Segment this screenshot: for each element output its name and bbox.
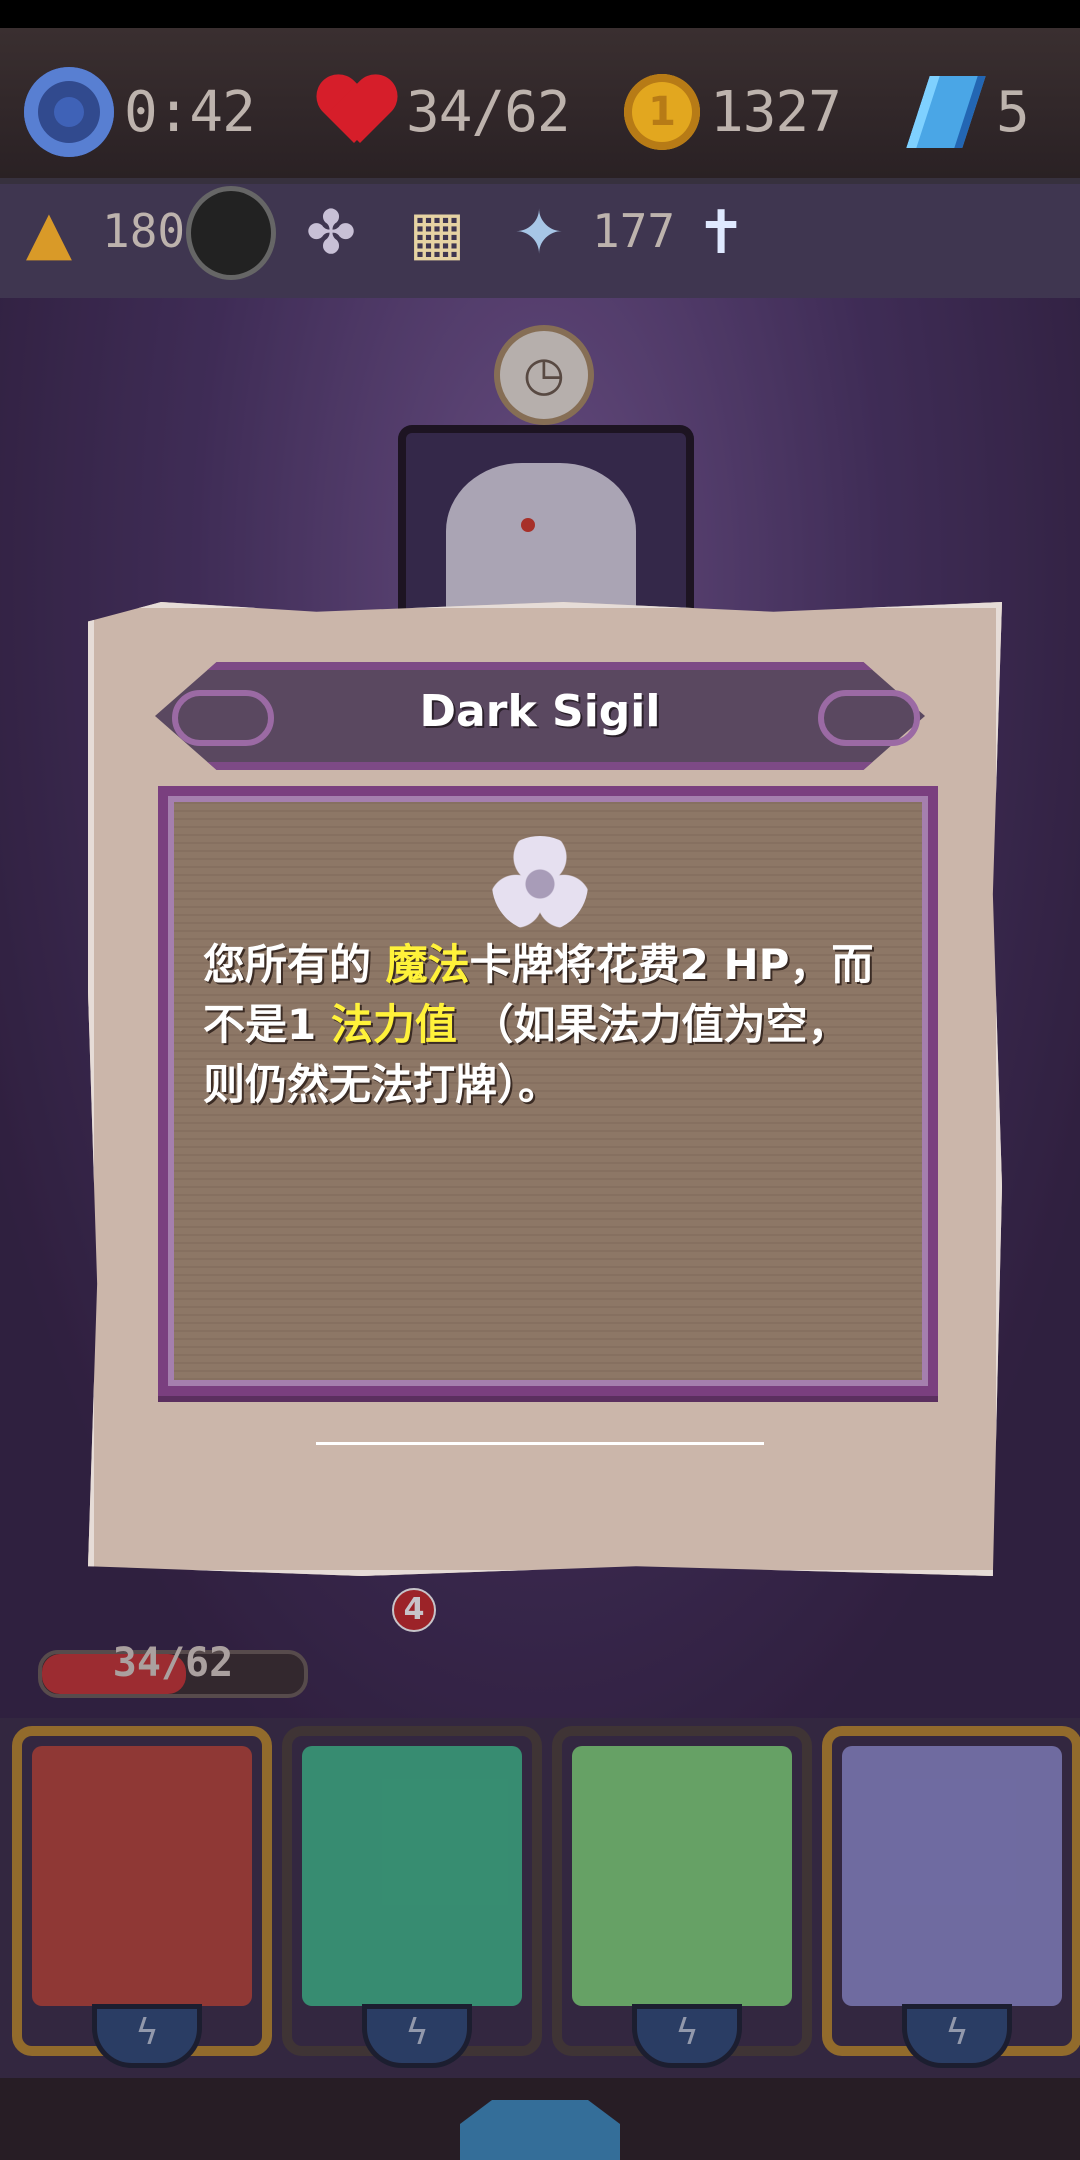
timer-text: 0:42 bbox=[124, 79, 256, 145]
staff-icon[interactable]: ✦ bbox=[494, 188, 584, 278]
wizard-hat-icon[interactable]: ▲ bbox=[4, 188, 94, 278]
gold-display: 1 1327 bbox=[624, 72, 842, 152]
map-icon[interactable]: ▦ bbox=[392, 188, 482, 278]
relic-count-b: 177 bbox=[592, 204, 676, 258]
gem-display: 5 bbox=[906, 72, 1030, 152]
popup-divider bbox=[316, 1442, 764, 1445]
holy-shrine-icon[interactable]: ✝ bbox=[676, 188, 766, 278]
phone-status-bar bbox=[0, 0, 1080, 28]
timer-display[interactable]: 0:42 bbox=[24, 67, 256, 157]
dark-orb-icon[interactable] bbox=[186, 186, 276, 280]
gold-coin-icon: 1 bbox=[624, 74, 700, 150]
gem-text: 5 bbox=[996, 79, 1030, 145]
top-hud: 0:42 34/62 1 1327 5 bbox=[0, 28, 1080, 184]
gold-text: 1327 bbox=[710, 79, 842, 145]
desc-text-1: 您所有的 bbox=[203, 940, 386, 989]
heart-icon bbox=[316, 77, 396, 147]
gem-icon bbox=[906, 76, 986, 148]
popup-description: 您所有的 魔法卡牌将花费2 HP，而不是1 法力值 （如果法力值为空，则仍然无法… bbox=[203, 935, 883, 1115]
desc-highlight-magic: 魔法 bbox=[385, 940, 470, 989]
hp-display: 34/62 bbox=[316, 72, 571, 152]
desc-highlight-mana: 法力值 bbox=[330, 1000, 457, 1049]
relic-bar: ▲ 180 ✤ ▦ ✦ 177 ✝ bbox=[0, 178, 1080, 298]
dark-sigil-icon bbox=[492, 836, 588, 932]
relic-count-a: 180 bbox=[102, 204, 186, 258]
popup-title: Dark Sigil bbox=[419, 686, 661, 737]
gear-icon[interactable] bbox=[24, 67, 114, 157]
sigil-icon[interactable]: ✤ bbox=[286, 188, 376, 278]
hp-text: 34/62 bbox=[406, 79, 571, 145]
